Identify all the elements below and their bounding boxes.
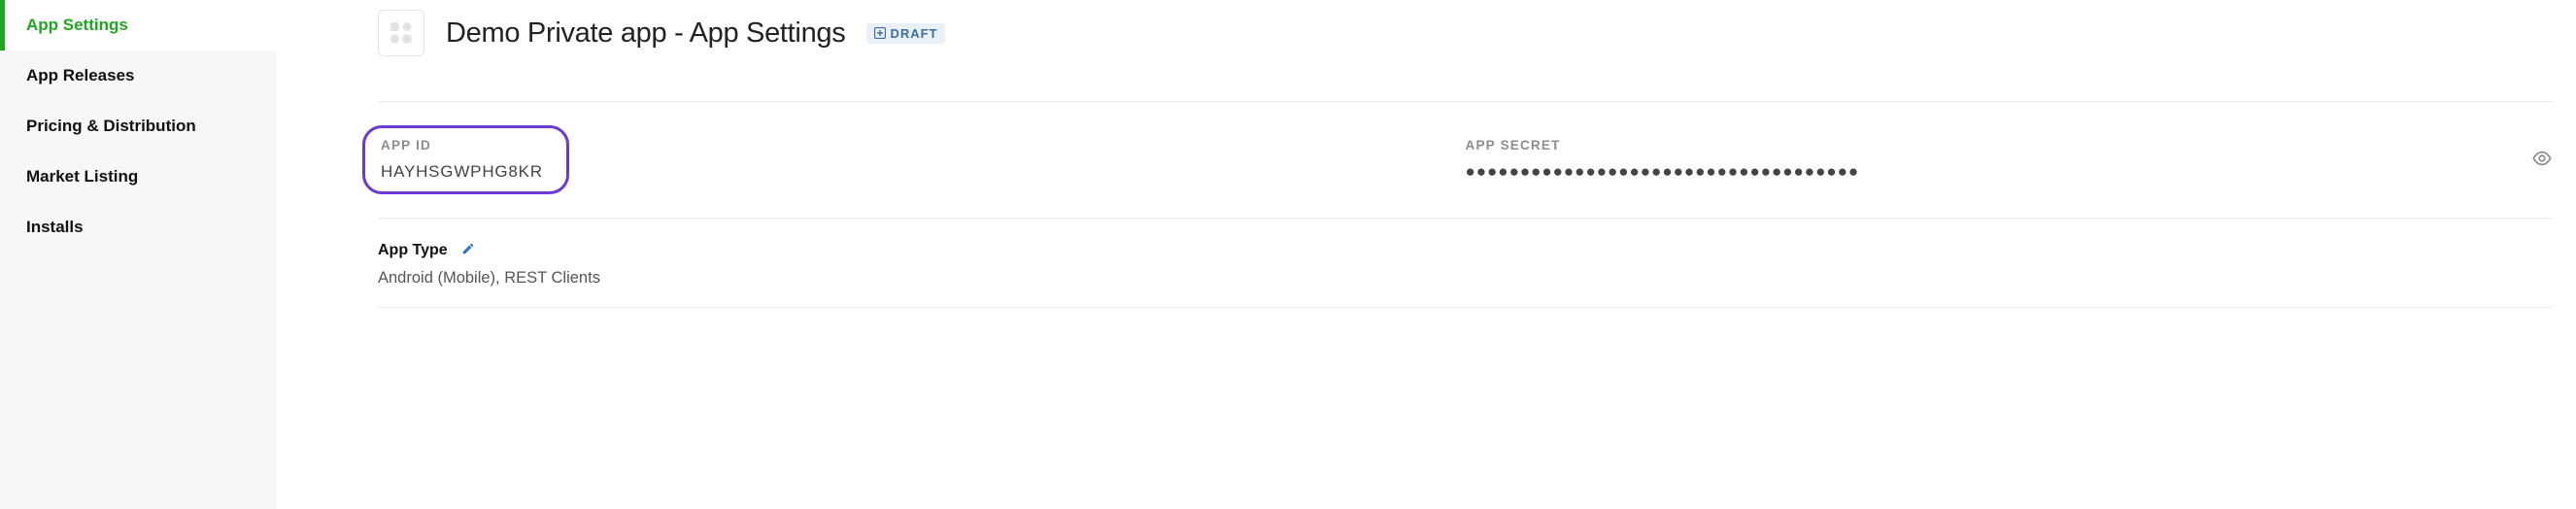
app-id-label: APP ID bbox=[381, 138, 543, 153]
app-id-highlight: APP ID HAYHSGWPHG8KR bbox=[362, 125, 569, 194]
pencil-icon bbox=[461, 242, 475, 259]
sidebar-item-pricing-distribution[interactable]: Pricing & Distribution bbox=[0, 101, 277, 152]
eye-icon bbox=[2531, 148, 2553, 173]
sidebar-item-label: Market Listing bbox=[26, 167, 138, 186]
page-header: Demo Private app - App Settings DRAFT bbox=[378, 10, 2553, 56]
sidebar-item-app-settings[interactable]: App Settings bbox=[0, 0, 277, 51]
app-secret-value: ●●●●●●●●●●●●●●●●●●●●●●●●●●●●●●●●●●●● bbox=[1466, 162, 2505, 182]
badge-label: DRAFT bbox=[890, 26, 937, 41]
reveal-secret-button[interactable] bbox=[2531, 148, 2553, 173]
app-type-label: App Type bbox=[378, 242, 448, 259]
sidebar-item-label: Installs bbox=[26, 218, 84, 236]
sidebar: App Settings App Releases Pricing & Dist… bbox=[0, 0, 277, 509]
draft-icon bbox=[874, 27, 886, 39]
credentials-section: APP ID HAYHSGWPHG8KR APP SECRET ●●●●●●●●… bbox=[378, 101, 2553, 218]
sidebar-item-market-listing[interactable]: Market Listing bbox=[0, 152, 277, 202]
status-badge: DRAFT bbox=[866, 23, 945, 44]
sidebar-item-label: App Releases bbox=[26, 66, 135, 85]
page-title: Demo Private app - App Settings bbox=[446, 17, 845, 50]
app-secret-label: APP SECRET bbox=[1466, 138, 2505, 153]
edit-app-type-button[interactable] bbox=[461, 242, 475, 259]
sidebar-item-app-releases[interactable]: App Releases bbox=[0, 51, 277, 101]
main-content: Demo Private app - App Settings DRAFT AP… bbox=[277, 0, 2576, 509]
sidebar-item-label: Pricing & Distribution bbox=[26, 117, 196, 135]
app-icon bbox=[378, 10, 424, 56]
app-id-value: HAYHSGWPHG8KR bbox=[381, 162, 543, 182]
app-type-section: App Type Android (Mobile), REST Clients bbox=[378, 218, 2553, 308]
sidebar-item-installs[interactable]: Installs bbox=[0, 202, 277, 253]
app-type-value: Android (Mobile), REST Clients bbox=[378, 269, 2553, 288]
sidebar-item-label: App Settings bbox=[26, 16, 128, 34]
